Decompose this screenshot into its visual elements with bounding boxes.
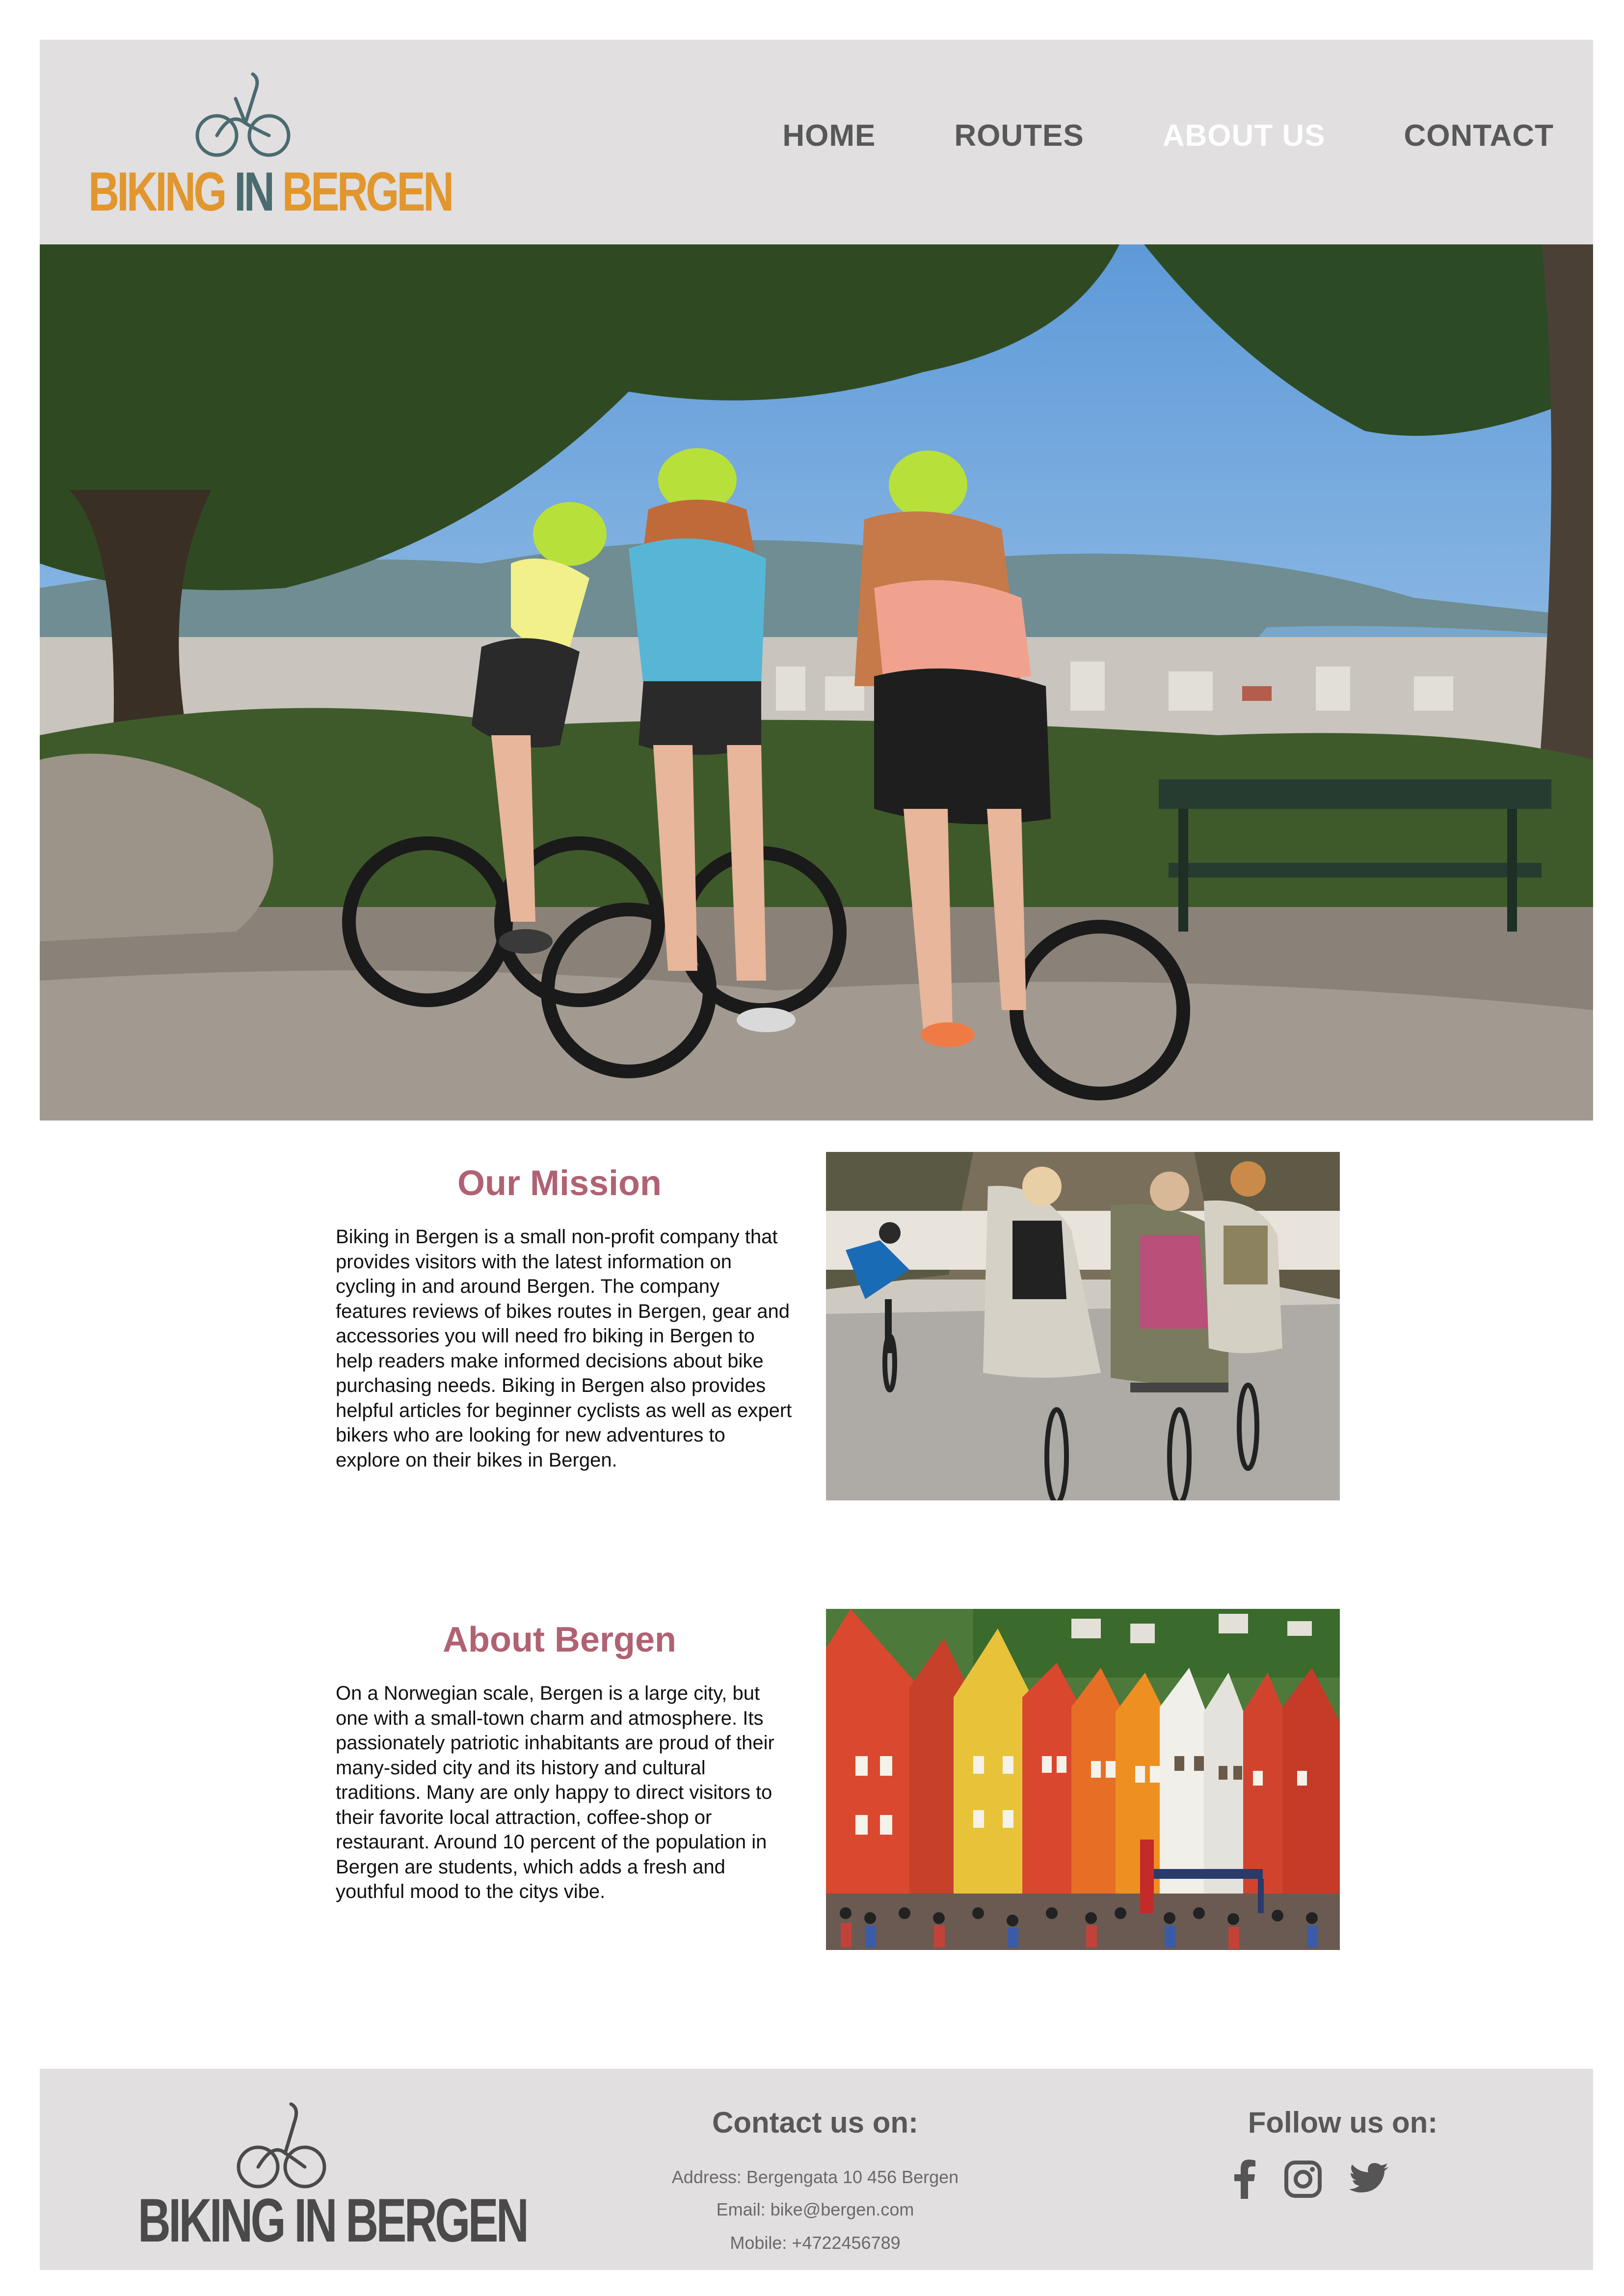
mission-image: [826, 1152, 1340, 1500]
site-header: BIKING IN BERGEN HOME ROUTES ABOUT US CO…: [40, 40, 1593, 244]
logo-wordmark: BIKING IN BERGEN: [88, 161, 454, 222]
contact-address: Address: Bergengata 10 456 Bergen: [671, 2167, 959, 2187]
about-text: On a Norwegian scale, Bergen is a large …: [336, 1682, 774, 1902]
footer-logo-wordmark: BIKING IN BERGEN: [138, 2187, 529, 2255]
instagram-icon[interactable]: [1284, 2160, 1322, 2201]
mission-title: Our Mission: [457, 1164, 662, 1203]
main-nav: HOME ROUTES ABOUT US CONTACT: [782, 118, 1554, 153]
follow-title: Follow us on:: [1248, 2106, 1438, 2139]
hero-image: [40, 244, 1593, 1121]
footer-logo[interactable]: BIKING IN BERGEN: [138, 2098, 529, 2260]
site-footer: BIKING IN BERGEN Contact us on: Address:…: [40, 2069, 1593, 2270]
bike-logo-icon: [237, 2102, 326, 2189]
about-title: About Bergen: [443, 1620, 676, 1659]
nav-about-us[interactable]: ABOUT US: [1163, 118, 1326, 153]
twitter-icon[interactable]: [1349, 2163, 1388, 2198]
site-logo[interactable]: BIKING IN BERGEN: [88, 64, 454, 226]
contact-title: Contact us on:: [712, 2106, 918, 2139]
cyclists-street-photo: [826, 1152, 1340, 1500]
nav-routes[interactable]: ROUTES: [954, 118, 1084, 153]
bike-logo-icon: [195, 72, 291, 157]
social-links: [1232, 2160, 1388, 2201]
mission-text: Biking in Bergen is a small non-profit c…: [336, 1226, 792, 1471]
about-image: [826, 1609, 1340, 1950]
bryggen-houses-photo: [826, 1609, 1340, 1950]
contact-mobile: Mobile: +4722456789: [730, 2233, 901, 2253]
hero-photo: [40, 244, 1593, 1121]
facebook-icon[interactable]: [1232, 2160, 1257, 2201]
nav-home[interactable]: HOME: [782, 118, 876, 153]
nav-contact[interactable]: CONTACT: [1404, 118, 1554, 153]
contact-email[interactable]: Email: bike@bergen.com: [594, 2199, 1036, 2220]
